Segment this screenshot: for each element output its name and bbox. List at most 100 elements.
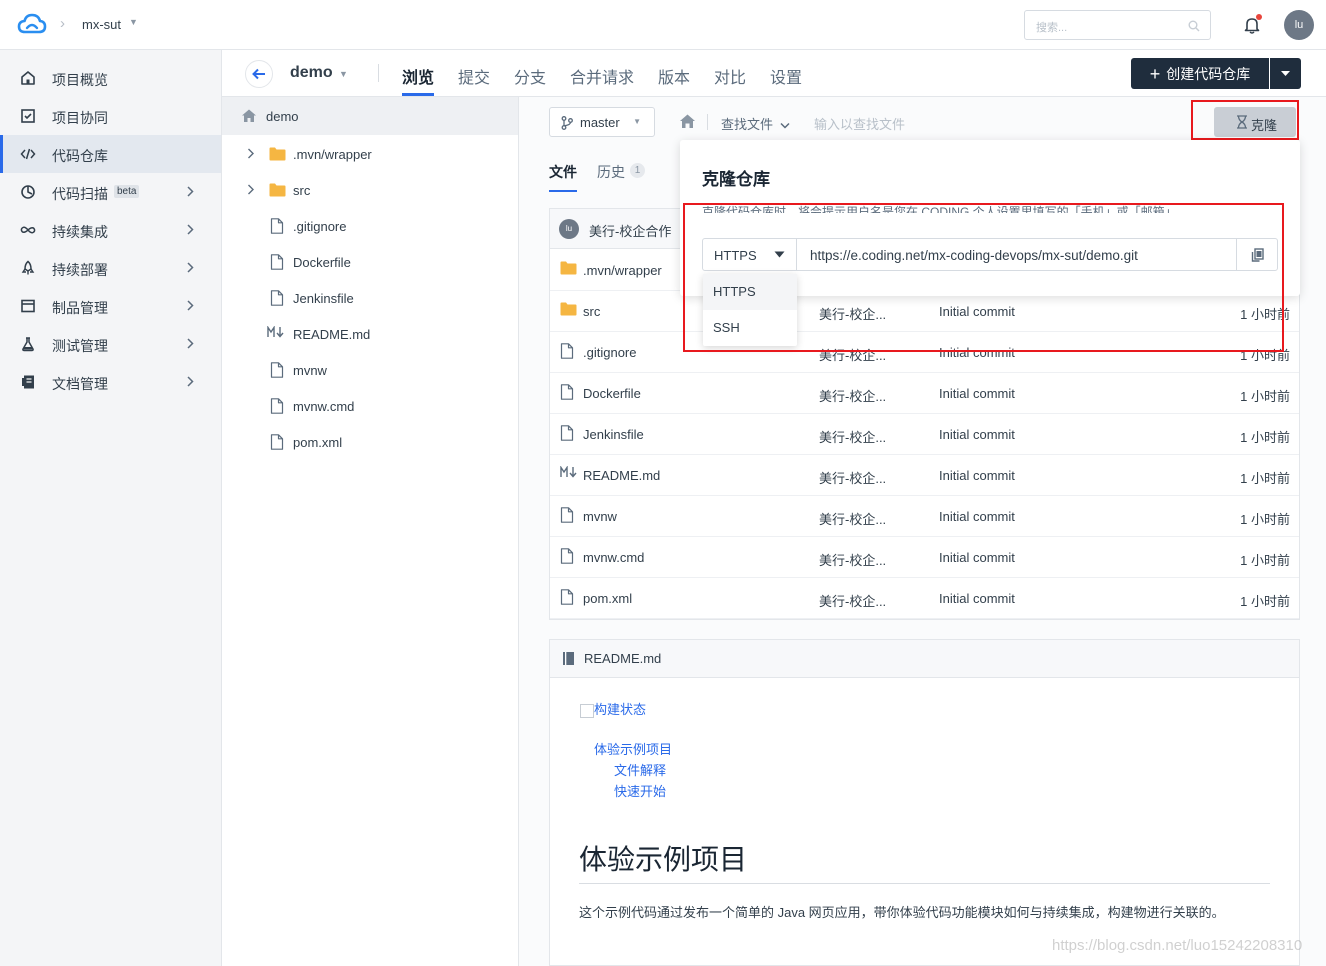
tree-item-label: Dockerfile: [293, 255, 351, 270]
sidebar-item-code-scan[interactable]: 代码扫描 beta: [0, 173, 221, 211]
tab-files[interactable]: 文件: [549, 162, 577, 182]
file-row[interactable]: README.md 美行-校企... Initial commit 1 小时前: [550, 455, 1299, 496]
chevron-down-icon: [780, 122, 790, 129]
branch-icon: [561, 116, 573, 130]
tree-item[interactable]: mvnw.cmd: [222, 388, 518, 424]
search-icon: [1188, 20, 1200, 32]
toc-link[interactable]: 文件解释: [614, 760, 666, 779]
tab-commits[interactable]: 提交: [458, 64, 490, 88]
commit-message[interactable]: Initial commit: [939, 550, 1015, 565]
rocket-icon: [20, 260, 36, 276]
watermark: https://blog.csdn.net/luo15242208310: [1052, 937, 1303, 954]
file-row[interactable]: Jenkinsfile 美行-校企... Initial commit 1 小时前: [550, 414, 1299, 455]
file-row[interactable]: Dockerfile 美行-校企... Initial commit 1 小时前: [550, 373, 1299, 414]
file-row[interactable]: mvnw.cmd 美行-校企... Initial commit 1 小时前: [550, 537, 1299, 578]
chevron-right-icon: [186, 185, 194, 198]
commit-message[interactable]: Initial commit: [939, 468, 1015, 483]
tree-item[interactable]: pom.xml: [222, 424, 518, 460]
commit-message[interactable]: Initial commit: [939, 591, 1015, 606]
notification-bell-icon[interactable]: [1244, 14, 1262, 34]
tree-item-label: pom.xml: [293, 435, 343, 450]
caret-down-icon[interactable]: ▼: [129, 17, 138, 27]
file-icon: [270, 290, 284, 306]
tree-item[interactable]: .mvn/wrapper: [222, 136, 518, 172]
project-switcher[interactable]: mx-sut: [82, 17, 121, 32]
chevron-right-icon[interactable]: [247, 147, 255, 160]
tab-browse[interactable]: 浏览: [402, 64, 434, 88]
branch-selector[interactable]: master ▼: [549, 107, 655, 137]
tree-item[interactable]: src: [222, 172, 518, 208]
sidebar-item-docs[interactable]: 文档管理: [0, 363, 221, 401]
history-count-badge: 1: [630, 163, 645, 178]
branch-name: master: [580, 115, 620, 130]
create-repo-label: 创建代码仓库: [1166, 65, 1251, 82]
sidebar-item-testing[interactable]: 测试管理: [0, 325, 221, 363]
user-avatar[interactable]: lu: [1284, 10, 1314, 40]
tree-item[interactable]: README.md: [222, 316, 518, 352]
file-name[interactable]: README.md: [583, 468, 660, 483]
commit-author: 美行-校企...: [819, 430, 887, 445]
create-repo-button[interactable]: + 创建代码仓库: [1131, 58, 1269, 89]
file-name[interactable]: src: [583, 304, 600, 319]
file-name[interactable]: pom.xml: [583, 591, 632, 606]
back-button[interactable]: [245, 60, 273, 88]
commit-message[interactable]: Initial commit: [939, 427, 1015, 442]
folder-icon: [269, 147, 286, 161]
find-file-input[interactable]: 输入以查找文件: [814, 114, 905, 133]
file-icon: [270, 362, 284, 378]
commit-author-avatar: lu: [559, 219, 579, 239]
tree-item-label: .gitignore: [293, 219, 347, 234]
sidebar-item-cd[interactable]: 持续部署: [0, 249, 221, 287]
repo-switcher[interactable]: demo: [290, 64, 333, 82]
sidebar-item-artifacts[interactable]: 制品管理: [0, 287, 221, 325]
infinity-icon: [20, 222, 36, 238]
tree-item[interactable]: mvnw: [222, 352, 518, 388]
file-icon: [560, 384, 574, 400]
commit-message[interactable]: Initial commit: [939, 509, 1015, 524]
tab-merge-requests[interactable]: 合并请求: [570, 64, 634, 88]
find-file-button[interactable]: 查找文件: [721, 114, 790, 133]
file-row[interactable]: mvnw 美行-校企... Initial commit 1 小时前: [550, 496, 1299, 537]
home-icon[interactable]: [679, 113, 696, 129]
commit-message[interactable]: Initial commit: [939, 386, 1015, 401]
commit-time: 1 小时前: [1240, 389, 1290, 404]
sidebar-item-code-repo[interactable]: 代码仓库: [0, 135, 221, 173]
file-name[interactable]: .mvn/wrapper: [583, 263, 662, 278]
sidebar-item-collaboration[interactable]: 项目协同: [0, 97, 221, 135]
caret-down-icon[interactable]: ▼: [339, 69, 348, 79]
tab-compare[interactable]: 对比: [714, 64, 746, 88]
file-row[interactable]: pom.xml 美行-校企... Initial commit 1 小时前: [550, 578, 1299, 619]
create-repo-dropdown-button[interactable]: [1270, 58, 1301, 89]
tree-item[interactable]: Jenkinsfile: [222, 280, 518, 316]
tab-releases[interactable]: 版本: [658, 64, 690, 88]
active-tab-indicator: [549, 190, 577, 192]
file-icon: [270, 398, 284, 414]
tree-item[interactable]: .gitignore: [222, 208, 518, 244]
file-name[interactable]: Dockerfile: [583, 386, 641, 401]
sidebar-item-label: 持续集成: [52, 224, 108, 240]
tab-branches[interactable]: 分支: [514, 64, 546, 88]
folder-icon: [560, 261, 577, 275]
sidebar-item-overview[interactable]: 项目概览: [0, 59, 221, 97]
build-status-badge[interactable]: 构建状态: [580, 699, 646, 718]
commit-author: 美行-校企...: [819, 594, 887, 609]
coding-logo-icon[interactable]: [17, 12, 47, 38]
file-name[interactable]: mvnw.cmd: [583, 550, 644, 565]
chevron-right-icon[interactable]: [247, 183, 255, 196]
tab-history[interactable]: 历史: [597, 162, 625, 182]
code-icon: [20, 146, 36, 162]
search-input[interactable]: 搜索...: [1024, 10, 1211, 40]
file-name[interactable]: .gitignore: [583, 345, 636, 360]
checkbox-icon: [20, 108, 36, 124]
toc-link[interactable]: 快速开始: [614, 781, 666, 800]
commit-author: 美行-校企...: [819, 553, 887, 568]
active-tab-indicator: [402, 93, 434, 96]
file-name[interactable]: Jenkinsfile: [583, 427, 644, 442]
commit-author[interactable]: 美行-校企合作: [589, 221, 671, 240]
file-name[interactable]: mvnw: [583, 509, 617, 524]
tab-settings[interactable]: 设置: [770, 64, 802, 88]
sidebar-item-ci[interactable]: 持续集成: [0, 211, 221, 249]
toc-link[interactable]: 体验示例项目: [594, 739, 672, 758]
tree-item[interactable]: Dockerfile: [222, 244, 518, 280]
tree-root[interactable]: demo: [222, 97, 518, 135]
